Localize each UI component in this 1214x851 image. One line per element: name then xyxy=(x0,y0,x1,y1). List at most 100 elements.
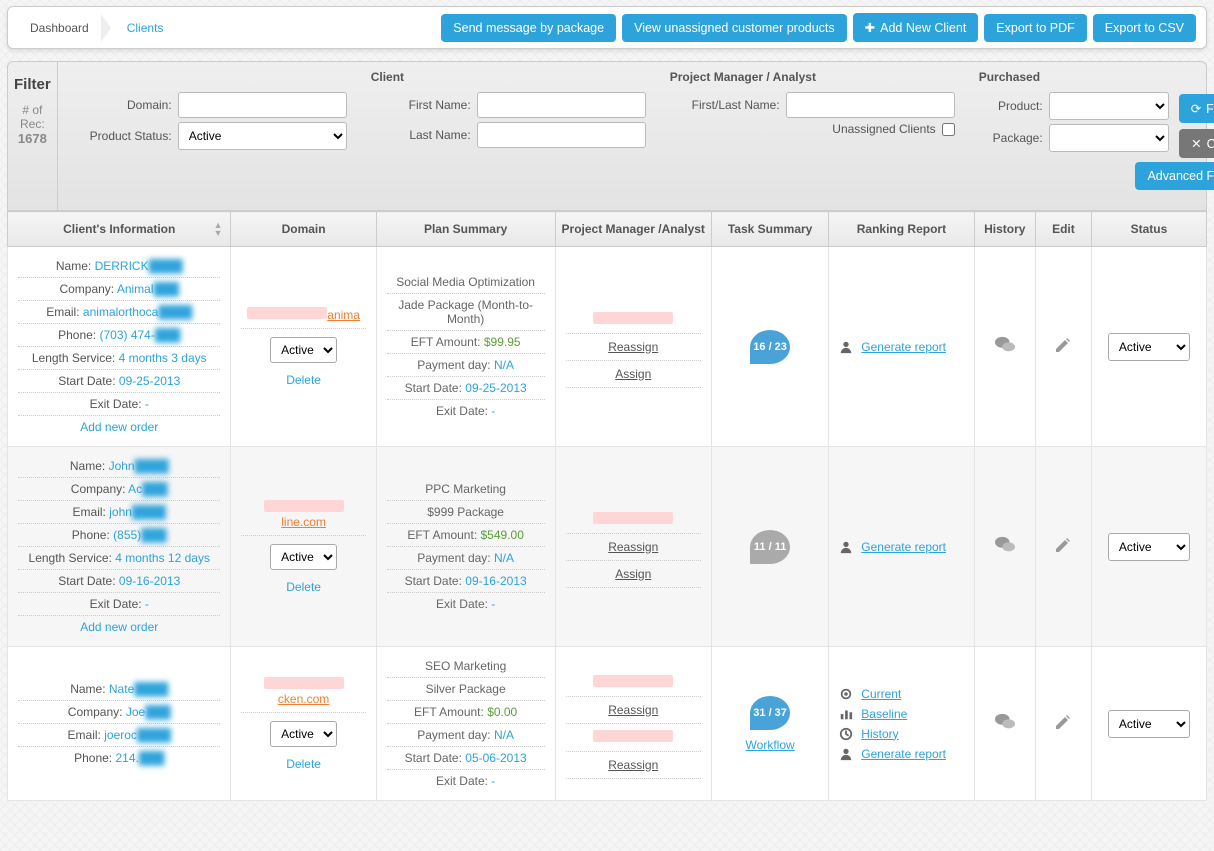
add-order-link[interactable]: Add new order xyxy=(80,420,158,434)
clock-icon xyxy=(839,727,855,741)
filter-button[interactable]: ⟳FILTER xyxy=(1179,94,1214,123)
pencil-icon[interactable] xyxy=(1054,543,1072,557)
history-cell xyxy=(974,647,1035,801)
refresh-icon: ⟳ xyxy=(1191,101,1201,116)
domain-cell: line.com Active Delete xyxy=(231,447,376,647)
status-cell: Active xyxy=(1091,647,1206,801)
package-label: Package: xyxy=(979,131,1043,145)
history-cell xyxy=(974,247,1035,447)
col-plan[interactable]: Plan Summary xyxy=(376,212,555,247)
pm-cell: Reassign Assign xyxy=(555,447,711,647)
baseline-link[interactable]: Baseline xyxy=(861,707,907,721)
filter-title: Filter xyxy=(14,76,51,93)
target-icon xyxy=(839,687,855,701)
current-link[interactable]: Current xyxy=(861,687,901,701)
user-icon xyxy=(839,340,855,354)
breadcrumb-dashboard[interactable]: Dashboard xyxy=(18,15,101,41)
advanced-filter-button[interactable]: Advanced Filter xyxy=(1135,162,1214,190)
product-status-select[interactable]: Active xyxy=(178,122,347,150)
workflow-link[interactable]: Workflow xyxy=(746,738,795,752)
assign-link[interactable]: Assign xyxy=(615,567,651,581)
product-label: Product: xyxy=(979,99,1043,113)
history-link[interactable]: History xyxy=(861,727,898,741)
generate-report-link[interactable]: Generate report xyxy=(861,340,946,354)
table-row: Name: Nate████ Company: Joe███ Email: jo… xyxy=(8,647,1207,801)
client-info-cell: Name: John████ Company: Ac███ Email: joh… xyxy=(8,447,231,647)
col-domain[interactable]: Domain xyxy=(231,212,376,247)
domain-status-select[interactable]: Active xyxy=(270,337,337,363)
domain-cell: anima Active Delete xyxy=(231,247,376,447)
col-status[interactable]: Status xyxy=(1091,212,1206,247)
col-ranking[interactable]: Ranking Report xyxy=(829,212,974,247)
col-pm[interactable]: Project Manager /Analyst xyxy=(555,212,711,247)
task-cell: 16 / 23 xyxy=(711,247,828,447)
chart-icon xyxy=(839,707,855,721)
table-header-row: Client's Information▲▼ Domain Plan Summa… xyxy=(8,212,1207,247)
domain-link[interactable]: line.com xyxy=(264,501,344,529)
delete-link[interactable]: Delete xyxy=(286,757,321,771)
reassign-link[interactable]: Reassign xyxy=(608,540,658,554)
product-status-label: Product Status: xyxy=(72,129,172,143)
view-unassigned-button[interactable]: View unassigned customer products xyxy=(622,14,847,42)
add-order-link[interactable]: Add new order xyxy=(80,620,158,634)
task-bubble-icon[interactable]: 31 / 37 xyxy=(750,696,790,730)
filter-summary: Filter # of Rec: 1678 xyxy=(8,62,58,210)
pm-name-input[interactable] xyxy=(786,92,955,118)
col-edit[interactable]: Edit xyxy=(1035,212,1091,247)
first-name-input[interactable] xyxy=(477,92,646,118)
domain-label: Domain: xyxy=(72,98,172,112)
delete-link[interactable]: Delete xyxy=(286,373,321,387)
plan-cell: Social Media Optimization Jade Package (… xyxy=(376,247,555,447)
chat-icon[interactable] xyxy=(994,544,1016,558)
clear-button[interactable]: ✕CLEAR xyxy=(1179,129,1214,158)
breadcrumb: Dashboard Clients xyxy=(18,14,435,42)
pencil-icon[interactable] xyxy=(1054,343,1072,357)
plan-cell: SEO Marketing Silver Package EFT Amount:… xyxy=(376,647,555,801)
top-bar: Dashboard Clients Send message by packag… xyxy=(7,6,1207,49)
unassigned-checkbox[interactable] xyxy=(942,123,955,136)
export-csv-button[interactable]: Export to CSV xyxy=(1093,14,1196,42)
generate-report-link[interactable]: Generate report xyxy=(861,540,946,554)
status-select[interactable]: Active xyxy=(1108,710,1190,738)
reassign-link[interactable]: Reassign xyxy=(608,758,658,772)
col-task[interactable]: Task Summary xyxy=(711,212,828,247)
add-client-button[interactable]: ✚Add New Client xyxy=(853,13,979,42)
edit-cell xyxy=(1035,247,1091,447)
status-cell: Active xyxy=(1091,247,1206,447)
unassigned-label: Unassigned Clients xyxy=(832,122,935,136)
task-bubble-icon[interactable]: 16 / 23 xyxy=(750,330,790,364)
chat-icon[interactable] xyxy=(994,344,1016,358)
domain-input[interactable] xyxy=(178,92,347,118)
domain-status-select[interactable]: Active xyxy=(270,721,337,747)
domain-link[interactable]: cken.com xyxy=(264,678,344,706)
edit-cell xyxy=(1035,647,1091,801)
domain-status-select[interactable]: Active xyxy=(270,544,337,570)
reassign-link[interactable]: Reassign xyxy=(608,703,658,717)
client-header: Client xyxy=(371,70,646,88)
send-message-button[interactable]: Send message by package xyxy=(441,14,616,42)
pm-header: Project Manager / Analyst xyxy=(670,70,955,88)
generate-report-link[interactable]: Generate report xyxy=(861,747,946,761)
last-name-input[interactable] xyxy=(477,122,646,148)
table-row: Name: DERRICK████ Company: Animal███ Ema… xyxy=(8,247,1207,447)
col-client-info[interactable]: Client's Information▲▼ xyxy=(8,212,231,247)
ranking-cell: Current Baseline History Generate report xyxy=(829,647,974,801)
pencil-icon[interactable] xyxy=(1054,720,1072,734)
reassign-link[interactable]: Reassign xyxy=(608,340,658,354)
assign-link[interactable]: Assign xyxy=(615,367,651,381)
package-select[interactable] xyxy=(1049,124,1169,152)
export-pdf-button[interactable]: Export to PDF xyxy=(984,14,1087,42)
status-select[interactable]: Active xyxy=(1108,333,1190,361)
product-select[interactable] xyxy=(1049,92,1169,120)
history-cell xyxy=(974,447,1035,647)
delete-link[interactable]: Delete xyxy=(286,580,321,594)
chevron-right-icon xyxy=(101,14,111,42)
domain-link[interactable]: anima xyxy=(247,308,360,322)
chat-icon[interactable] xyxy=(994,721,1016,735)
domain-cell: cken.com Active Delete xyxy=(231,647,376,801)
task-bubble-icon[interactable]: 11 / 11 xyxy=(750,530,790,564)
col-history[interactable]: History xyxy=(974,212,1035,247)
breadcrumb-clients[interactable]: Clients xyxy=(115,15,176,41)
status-select[interactable]: Active xyxy=(1108,533,1190,561)
ranking-cell: Generate report xyxy=(829,447,974,647)
